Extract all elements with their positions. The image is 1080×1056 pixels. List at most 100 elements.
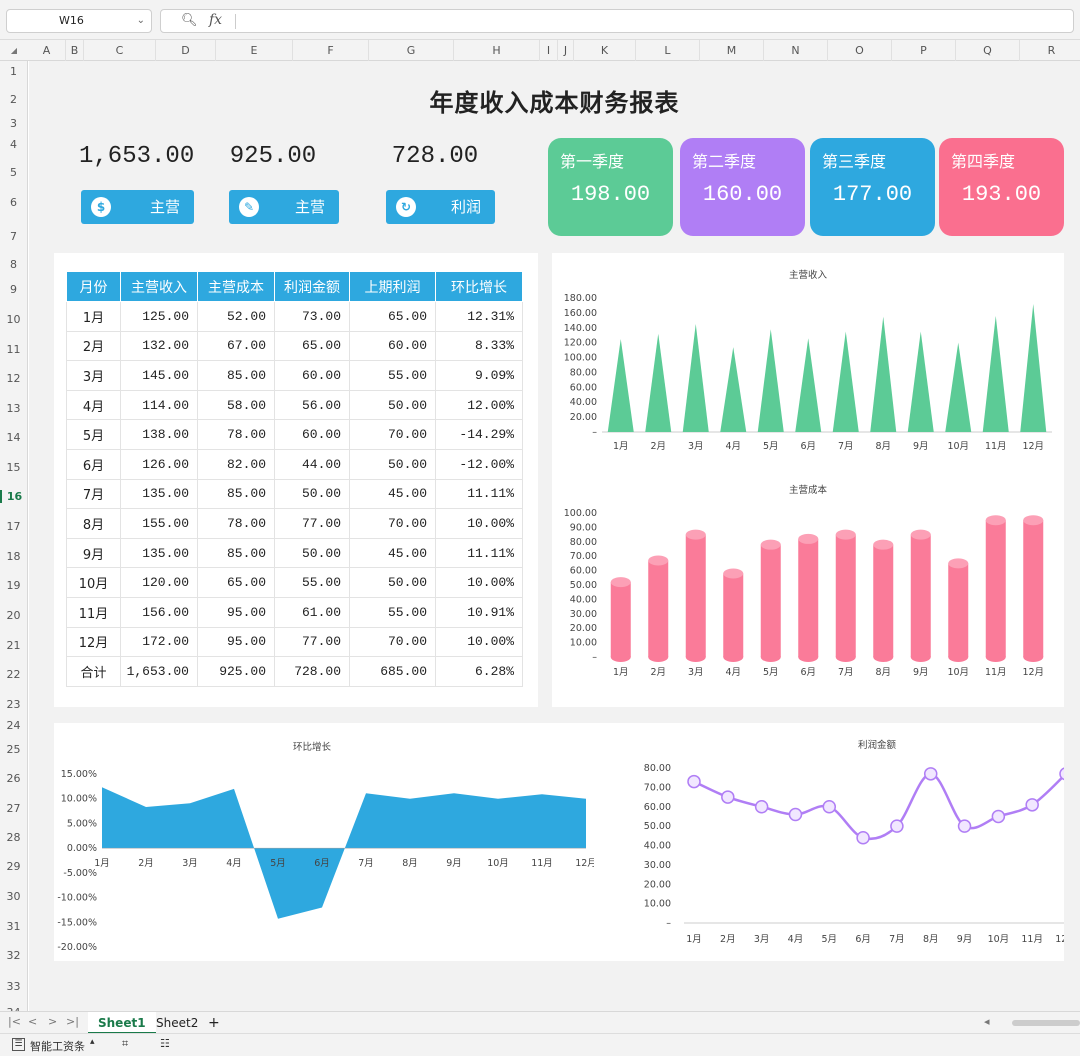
revenue-bar bbox=[907, 331, 934, 432]
row-header[interactable]: 6 bbox=[0, 196, 27, 209]
table-cell: 65.00 bbox=[274, 330, 350, 362]
table-cell: 60.00 bbox=[349, 330, 436, 362]
y-tick-label: 100.00 bbox=[564, 353, 597, 364]
formula-input[interactable]: 🔍︎ fx bbox=[160, 9, 1074, 33]
row-header[interactable]: 15 bbox=[0, 461, 27, 474]
formula-bar: W16 ⌄ 🔍︎ fx bbox=[0, 0, 1080, 40]
row-header[interactable]: 23 bbox=[0, 698, 27, 711]
scroll-left-icon[interactable]: ◂ bbox=[984, 1015, 990, 1028]
x-tick-label: 7月 bbox=[838, 441, 854, 452]
table-cell: 5月 bbox=[66, 419, 121, 450]
column-header[interactable]: B bbox=[66, 40, 84, 61]
kpi-button[interactable]: $ 主营 bbox=[81, 190, 194, 224]
column-header[interactable]: N bbox=[764, 40, 828, 61]
row-header[interactable]: 13 bbox=[0, 402, 27, 415]
row-header[interactable]: 11 bbox=[0, 343, 27, 356]
table-cell: 10月 bbox=[66, 567, 121, 598]
last-sheet-icon[interactable]: >| bbox=[66, 1015, 79, 1028]
column-header[interactable]: D bbox=[156, 40, 216, 61]
row-header[interactable]: 33 bbox=[0, 980, 27, 993]
row-header[interactable]: 2 bbox=[0, 93, 27, 106]
function-icon[interactable]: fx bbox=[209, 12, 222, 28]
row-header[interactable]: 3 bbox=[0, 117, 27, 130]
table-cell: 9月 bbox=[66, 537, 121, 569]
hierarchy-icon[interactable]: ⌗ bbox=[122, 1037, 128, 1051]
row-header[interactable]: 29 bbox=[0, 860, 27, 873]
select-all-icon[interactable]: ◢ bbox=[0, 40, 28, 61]
row-header[interactable]: 16 bbox=[0, 490, 27, 503]
y-tick-label: 20.00 bbox=[570, 412, 597, 423]
column-header[interactable]: K bbox=[574, 40, 636, 61]
row-header[interactable]: 18 bbox=[0, 550, 27, 563]
column-header[interactable]: I bbox=[540, 40, 558, 61]
row-header[interactable]: 21 bbox=[0, 639, 27, 652]
row-header[interactable]: 25 bbox=[0, 743, 27, 756]
column-header[interactable]: H bbox=[454, 40, 540, 61]
column-header[interactable]: P bbox=[892, 40, 956, 61]
row-header[interactable]: 17 bbox=[0, 520, 27, 533]
row-header[interactable]: 31 bbox=[0, 920, 27, 933]
table-cell: 78.00 bbox=[197, 508, 275, 539]
row-header[interactable]: 7 bbox=[0, 230, 27, 243]
column-header[interactable]: O bbox=[828, 40, 892, 61]
quarter-card: 第一季度 198.00 bbox=[548, 138, 673, 236]
row-header[interactable]: 9 bbox=[0, 283, 27, 296]
row-header[interactable]: 20 bbox=[0, 609, 27, 622]
column-header[interactable]: Q bbox=[956, 40, 1020, 61]
column-header[interactable]: R bbox=[1020, 40, 1080, 61]
growth-area bbox=[102, 787, 586, 919]
column-header[interactable]: E bbox=[216, 40, 293, 61]
table-cell: 114.00 bbox=[120, 389, 198, 421]
row-header[interactable]: 1 bbox=[0, 65, 27, 78]
row-header[interactable]: 10 bbox=[0, 313, 27, 326]
money-bag-icon: $ bbox=[91, 197, 111, 217]
column-header[interactable]: A bbox=[28, 40, 66, 61]
panel-icon[interactable]: ☷ bbox=[160, 1037, 170, 1050]
first-sheet-icon[interactable]: |< bbox=[8, 1015, 21, 1028]
row-header[interactable]: 28 bbox=[0, 831, 27, 844]
cost-bar bbox=[835, 534, 856, 657]
status-label[interactable]: 智能工资条 bbox=[30, 1038, 85, 1054]
next-sheet-icon[interactable]: > bbox=[48, 1015, 57, 1028]
row-header[interactable]: 14 bbox=[0, 431, 27, 444]
column-header[interactable]: J bbox=[558, 40, 574, 61]
name-box[interactable]: W16 ⌄ bbox=[6, 9, 152, 33]
column-header[interactable]: C bbox=[84, 40, 156, 61]
prev-sheet-icon[interactable]: < bbox=[28, 1015, 37, 1028]
table-cell: 56.00 bbox=[274, 389, 350, 421]
revenue-chart: 主营收入 – 20.00 40.00 60.00 80.00 100.00 120.00 140… bbox=[564, 269, 1052, 452]
column-header[interactable]: L bbox=[636, 40, 700, 61]
add-sheet-button[interactable]: + bbox=[198, 1012, 230, 1034]
row-header[interactable]: 30 bbox=[0, 890, 27, 903]
column-header[interactable]: M bbox=[700, 40, 764, 61]
row-header[interactable]: 26 bbox=[0, 772, 27, 785]
profit-point bbox=[957, 819, 972, 833]
table-cell: 135.00 bbox=[120, 478, 198, 510]
row-header[interactable]: 4 bbox=[0, 138, 27, 151]
table-cell: 120.00 bbox=[120, 567, 198, 598]
row-header[interactable]: 5 bbox=[0, 166, 27, 179]
horizontal-scrollbar[interactable] bbox=[1012, 1020, 1080, 1026]
cell-reference: W16 bbox=[59, 14, 84, 27]
row-header[interactable]: 12 bbox=[0, 372, 27, 385]
chevron-down-icon[interactable]: ⌄ bbox=[137, 10, 145, 32]
column-header[interactable]: F bbox=[293, 40, 369, 61]
kpi-button[interactable]: ✎ 主营 bbox=[229, 190, 339, 224]
chart-title: 利润金额 bbox=[858, 739, 897, 751]
row-header[interactable]: 8 bbox=[0, 258, 27, 271]
profit-point bbox=[991, 809, 1006, 824]
chevron-up-icon[interactable]: ▴ bbox=[90, 1037, 95, 1047]
table-icon[interactable]: ☰ bbox=[12, 1038, 25, 1051]
column-header[interactable]: G bbox=[369, 40, 454, 61]
kpi-button[interactable]: ↻ 利润 bbox=[386, 190, 495, 224]
cost-bar-top bbox=[835, 529, 856, 540]
table-cell: 95.00 bbox=[197, 626, 275, 658]
row-header[interactable]: 32 bbox=[0, 949, 27, 962]
column-header-bar: ◢ ABCDEFGHIJKLMNOPQRS bbox=[0, 40, 1080, 61]
row-header[interactable]: 24 bbox=[0, 719, 27, 732]
row-header[interactable]: 27 bbox=[0, 802, 27, 815]
table-header: 主营成本 bbox=[197, 271, 275, 302]
zoom-icon[interactable]: 🔍︎ bbox=[181, 13, 198, 28]
row-header[interactable]: 22 bbox=[0, 668, 27, 681]
row-header[interactable]: 19 bbox=[0, 579, 27, 592]
